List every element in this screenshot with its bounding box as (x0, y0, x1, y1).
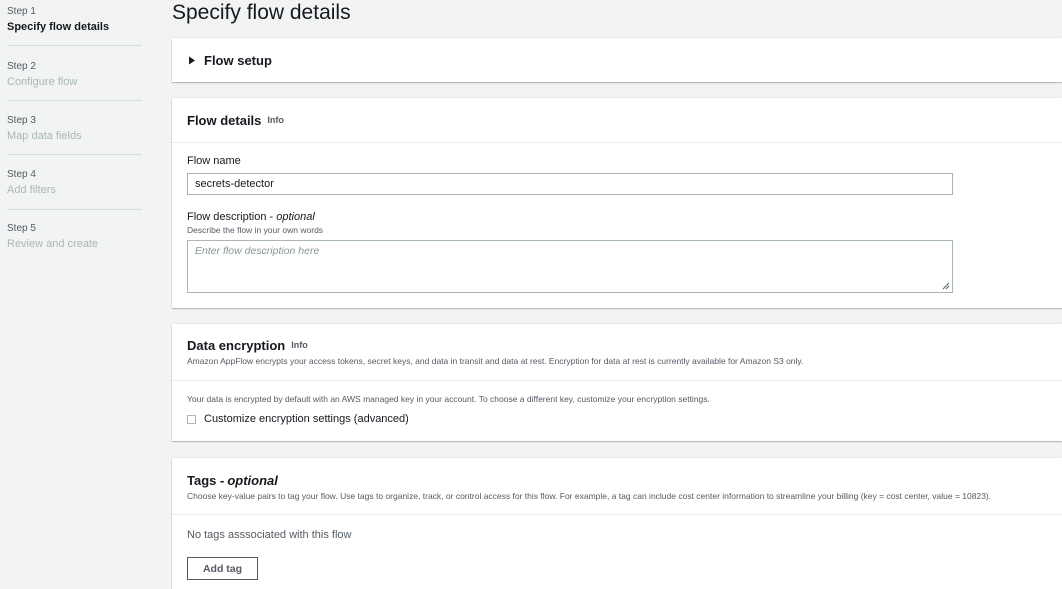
caret-right-icon (189, 56, 195, 64)
flow-name-input[interactable]: secrets-detector (187, 173, 953, 195)
customize-encryption-checkbox[interactable] (187, 414, 196, 424)
flow-description-textarea[interactable]: Enter flow description here (187, 240, 953, 293)
step-label: Review and create (7, 238, 99, 250)
step-3: Step 3 Map data fields (7, 115, 142, 143)
flow-description-label-text: Flow description - (187, 211, 277, 223)
header-divider (172, 380, 1062, 381)
step-label: Add filters (7, 184, 56, 196)
page-title: Specify flow details (172, 1, 351, 24)
data-encryption-panel: Data encryption Info Amazon AppFlow encr… (172, 324, 1062, 441)
optional-text: optional (227, 472, 278, 488)
resize-handle-icon[interactable] (942, 282, 950, 290)
data-encryption-title: Data encryption (187, 337, 286, 353)
step-label: Specify flow details (7, 21, 110, 33)
tags-header: Tags - optional (172, 472, 1062, 488)
no-tags-text: No tags asssociated with this flow (187, 529, 352, 541)
step-2: Step 2 Configure flow (7, 61, 142, 89)
customize-encryption-label: Customize encryption settings (advanced) (204, 413, 409, 425)
step-5: Step 5 Review and create (7, 223, 142, 251)
step-number: Step 5 (7, 223, 36, 234)
step-label: Configure flow (7, 76, 78, 88)
flow-description-label: Flow description - optional (187, 211, 315, 223)
tags-panel: Tags - optional Choose key-value pairs t… (172, 458, 1062, 589)
step-label: Map data fields (7, 130, 82, 142)
tags-description: Choose key-value pairs to tag your flow.… (187, 491, 992, 501)
header-divider (172, 514, 1062, 515)
step-number: Step 1 (7, 6, 36, 17)
flow-setup-panel: Flow setup (172, 38, 1062, 82)
step-divider (7, 209, 142, 210)
flow-description-placeholder: Enter flow description here (195, 245, 320, 257)
step-1[interactable]: Step 1 Specify flow details (7, 6, 142, 34)
add-tag-button[interactable]: Add tag (187, 557, 258, 580)
flow-setup-toggle[interactable]: Flow setup (172, 38, 1062, 82)
step-number: Step 3 (7, 115, 36, 126)
step-divider (7, 100, 142, 101)
flow-name-label: Flow name (187, 155, 241, 167)
optional-text: optional (276, 211, 315, 223)
step-divider (7, 45, 142, 46)
header-divider (172, 142, 1062, 143)
info-link[interactable]: Info (267, 115, 284, 125)
steps-navigation: Step 1 Specify flow details Step 2 Confi… (0, 0, 160, 589)
step-4: Step 4 Add filters (7, 169, 142, 197)
data-encryption-header: Data encryption Info (172, 337, 1062, 353)
step-number: Step 2 (7, 61, 36, 72)
tags-title: Tags - (187, 472, 225, 488)
data-encryption-description: Amazon AppFlow encrypts your access toke… (187, 356, 804, 366)
encryption-default-text: Your data is encrypted by default with a… (187, 394, 710, 404)
flow-description-hint: Describe the flow in your own words (187, 225, 324, 235)
flow-setup-title: Flow setup (204, 52, 272, 68)
step-number: Step 4 (7, 169, 36, 180)
flow-details-header: Flow details Info (172, 98, 1062, 142)
step-divider (7, 154, 142, 155)
flow-details-title: Flow details (187, 112, 262, 128)
flow-details-panel: Flow details Info Flow name secrets-dete… (172, 98, 1062, 308)
info-link[interactable]: Info (291, 340, 308, 350)
customize-encryption-option[interactable]: Customize encryption settings (advanced) (187, 413, 409, 425)
